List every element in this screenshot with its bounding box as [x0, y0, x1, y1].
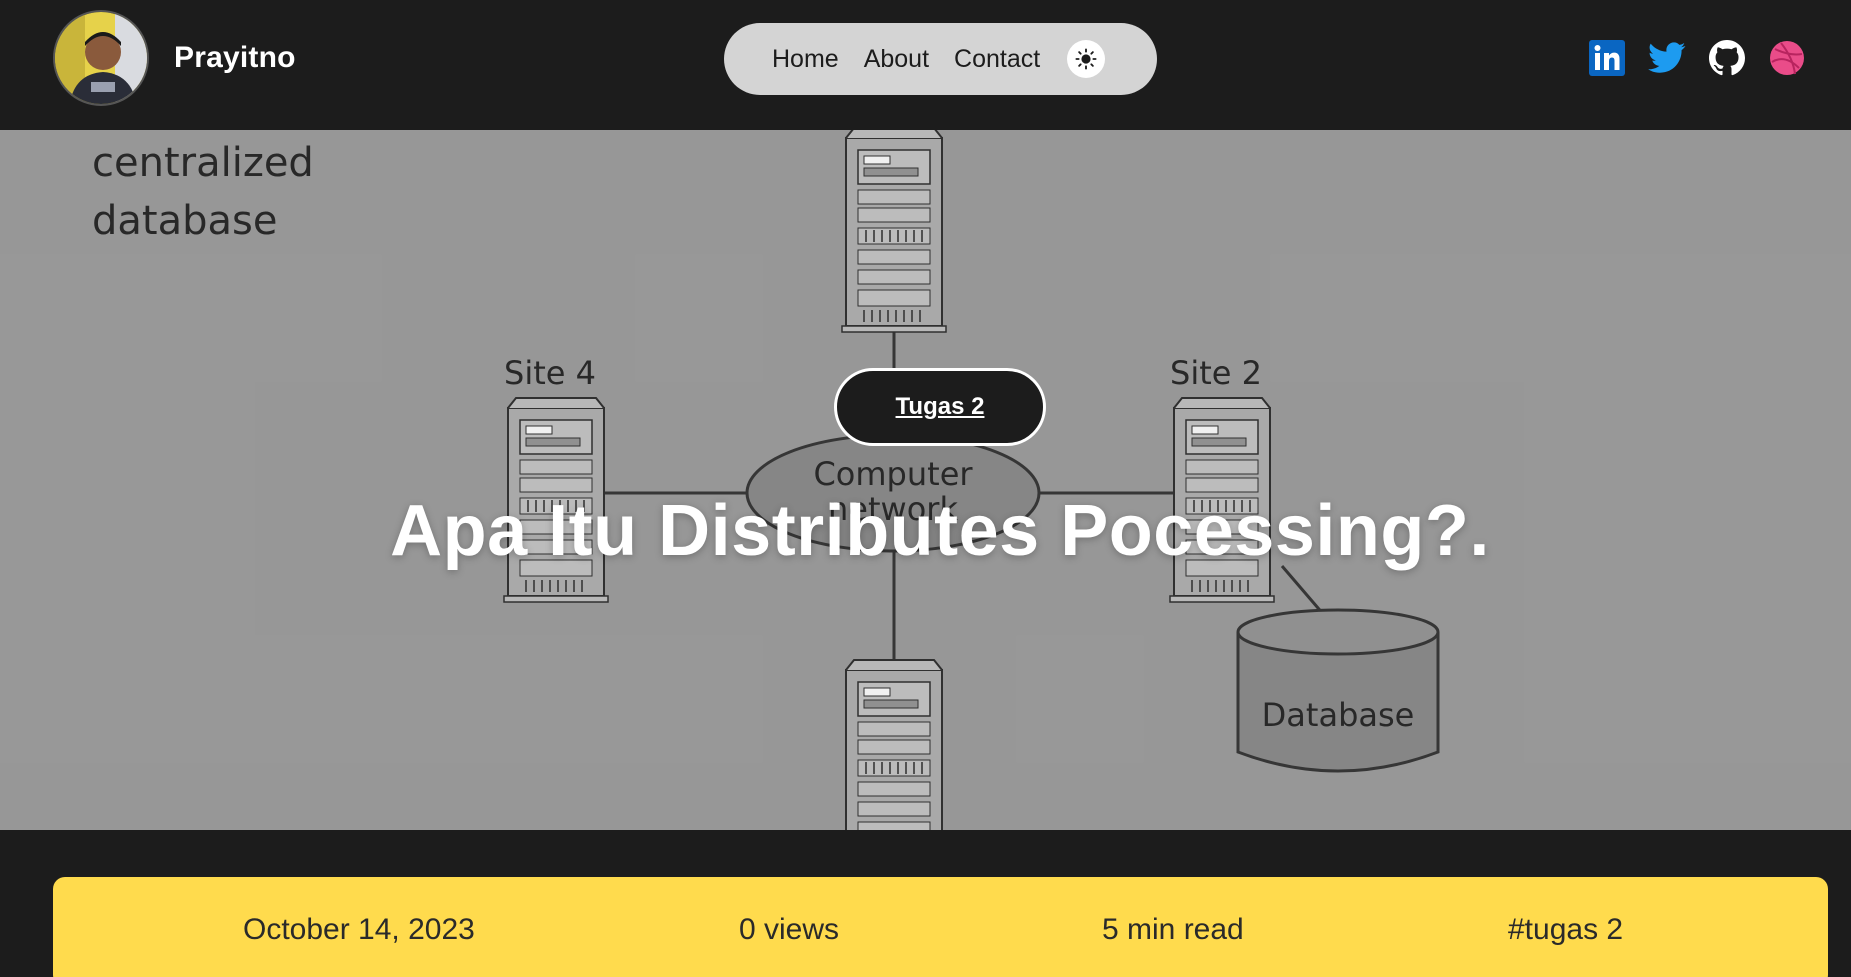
avatar[interactable]	[53, 10, 149, 106]
post-meta-bar: October 14, 2023 0 views 5 min read #tug…	[53, 877, 1828, 977]
linkedin-icon	[1589, 40, 1625, 76]
brand-name[interactable]: Prayitno	[174, 41, 296, 75]
main-nav: Home About Contact	[724, 23, 1157, 95]
dribbble-icon	[1770, 41, 1804, 75]
category-badge[interactable]: Tugas 2	[834, 368, 1046, 446]
post-views: 0 views	[739, 913, 840, 946]
brand[interactable]: Prayitno	[53, 10, 296, 106]
twitter-link[interactable]	[1648, 39, 1686, 77]
site-header: Prayitno Home About Contact	[0, 0, 1851, 130]
nav-home-link[interactable]: Home	[772, 45, 839, 74]
nav-contact-link[interactable]: Contact	[954, 45, 1040, 74]
post-tag-link[interactable]: #tugas 2	[1508, 913, 1623, 947]
social-links	[1566, 39, 1806, 77]
post-date: October 14, 2023	[243, 913, 475, 946]
dribbble-link[interactable]	[1768, 39, 1806, 77]
github-icon	[1709, 40, 1745, 76]
linkedin-link[interactable]	[1588, 39, 1626, 77]
hero-overlay	[0, 130, 1851, 830]
theme-toggle-button[interactable]	[1067, 40, 1106, 78]
hero-banner: centralized database Site 4 Site 2 Compu…	[0, 130, 1851, 830]
twitter-icon	[1648, 42, 1686, 73]
nav-about-link[interactable]: About	[864, 45, 929, 74]
github-link[interactable]	[1708, 39, 1746, 77]
post-title: Apa Itu Distributes Pocessing?.	[390, 491, 1490, 571]
sun-icon	[1075, 48, 1097, 70]
post-read-time: 5 min read	[1102, 913, 1244, 946]
